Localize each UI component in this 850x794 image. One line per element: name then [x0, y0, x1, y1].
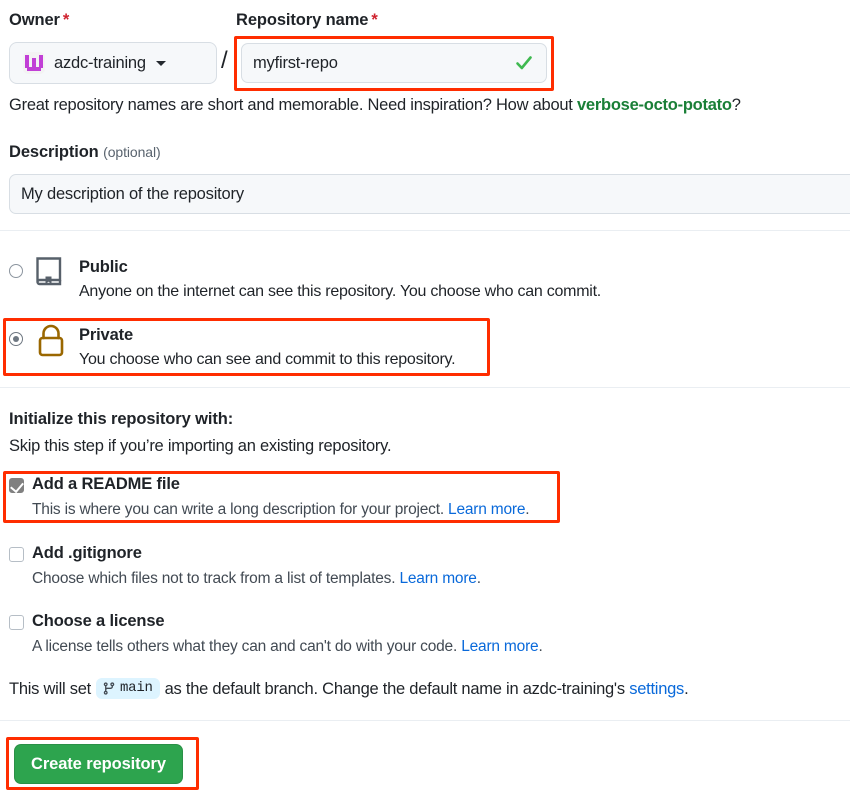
chevron-down-icon [155, 60, 166, 66]
create-repository-button[interactable]: Create repository [14, 744, 183, 784]
default-branch-middle: as the default branch. Change the defaul… [164, 680, 625, 698]
license-subtitle-text: A license tells others what they can and… [32, 638, 462, 655]
branch-badge: main [96, 678, 160, 699]
private-subtitle: You choose who can see and commit to thi… [79, 351, 456, 368]
gitignore-title: Add .gitignore [32, 544, 142, 562]
lock-icon [34, 322, 68, 365]
default-branch-note: This will set main as the default branch… [9, 678, 689, 700]
readme-subtitle: This is where you can write a long descr… [32, 501, 530, 519]
divider-visibility [0, 230, 850, 231]
license-title: Choose a license [32, 612, 165, 630]
owner-dropdown[interactable]: azdc-training [9, 42, 217, 84]
public-radio[interactable] [9, 264, 23, 278]
owner-label: Owner * [9, 11, 69, 30]
hint-prefix: Great repository names are short and mem… [9, 96, 577, 114]
gitignore-subtitle: Choose which files not to track from a l… [32, 570, 481, 588]
license-subtitle: A license tells others what they can and… [32, 638, 543, 656]
initialize-option-license[interactable]: Choose a license A license tells others … [0, 612, 850, 660]
readme-subtitle-suffix: . [525, 501, 530, 518]
initialize-option-gitignore[interactable]: Add .gitignore Choose which files not to… [0, 544, 850, 592]
description-value: My description of the repository [21, 184, 244, 203]
private-radio[interactable] [9, 332, 23, 346]
owner-required-asterisk: * [62, 11, 70, 29]
default-branch-prefix: This will set [9, 680, 92, 698]
readme-subtitle-text: This is where you can write a long descr… [32, 501, 449, 518]
gitignore-checkbox[interactable] [9, 547, 24, 562]
branch-name: main [120, 680, 153, 696]
repo-name-label-text: Repository name [236, 11, 369, 29]
suggested-name-link[interactable]: verbose-octo-potato [577, 96, 732, 114]
owner-label-text: Owner [9, 11, 60, 29]
owner-name-separator: / [221, 47, 228, 74]
description-label-text: Description [9, 143, 99, 161]
book-icon [34, 256, 64, 295]
readme-learn-more-link[interactable]: Learn more [448, 501, 525, 518]
public-subtitle: Anyone on the internet can see this repo… [79, 283, 601, 300]
public-title: Public [79, 258, 128, 276]
readme-checkbox[interactable] [9, 478, 24, 493]
initialize-option-readme[interactable]: Add a README file This is where you can … [0, 475, 850, 523]
readme-title: Add a README file [32, 475, 180, 493]
private-title: Private [79, 326, 133, 344]
gitignore-subtitle-suffix: . [476, 570, 481, 587]
repo-name-value: myfirst-repo [253, 53, 338, 72]
visibility-option-private[interactable]: Private You choose who can see and commi… [0, 320, 850, 378]
initialize-subheading: Skip this step if you’re importing an ex… [9, 437, 392, 455]
check-icon [513, 52, 535, 74]
license-checkbox[interactable] [9, 615, 24, 630]
license-subtitle-suffix: . [538, 638, 543, 655]
divider-initialize [0, 387, 850, 388]
owner-selected-value: azdc-training [54, 53, 146, 72]
gitignore-learn-more-link[interactable]: Learn more [399, 570, 476, 587]
settings-link[interactable]: settings [629, 680, 684, 699]
description-label: Description (optional) [9, 143, 161, 162]
repo-name-label: Repository name * [236, 11, 378, 30]
new-repository-form: Owner * Repository name * azdc-training / … [0, 0, 850, 794]
org-avatar-icon [23, 52, 45, 74]
hint-suffix: ? [731, 96, 741, 114]
repo-name-input[interactable]: myfirst-repo [241, 43, 547, 83]
initialize-heading: Initialize this repository with: [9, 410, 234, 428]
description-optional-label: (optional) [103, 144, 161, 160]
gitignore-subtitle-text: Choose which files not to track from a l… [32, 570, 400, 587]
divider-submit [0, 720, 850, 721]
description-input[interactable]: My description of the repository [9, 174, 850, 214]
git-branch-icon [102, 681, 116, 696]
default-branch-suffix: . [684, 680, 689, 698]
visibility-option-public[interactable]: Public Anyone on the internet can see th… [0, 252, 850, 310]
repo-name-hint: Great repository names are short and mem… [9, 96, 741, 115]
license-learn-more-link[interactable]: Learn more [461, 638, 538, 655]
repo-name-required-asterisk: * [371, 11, 378, 29]
